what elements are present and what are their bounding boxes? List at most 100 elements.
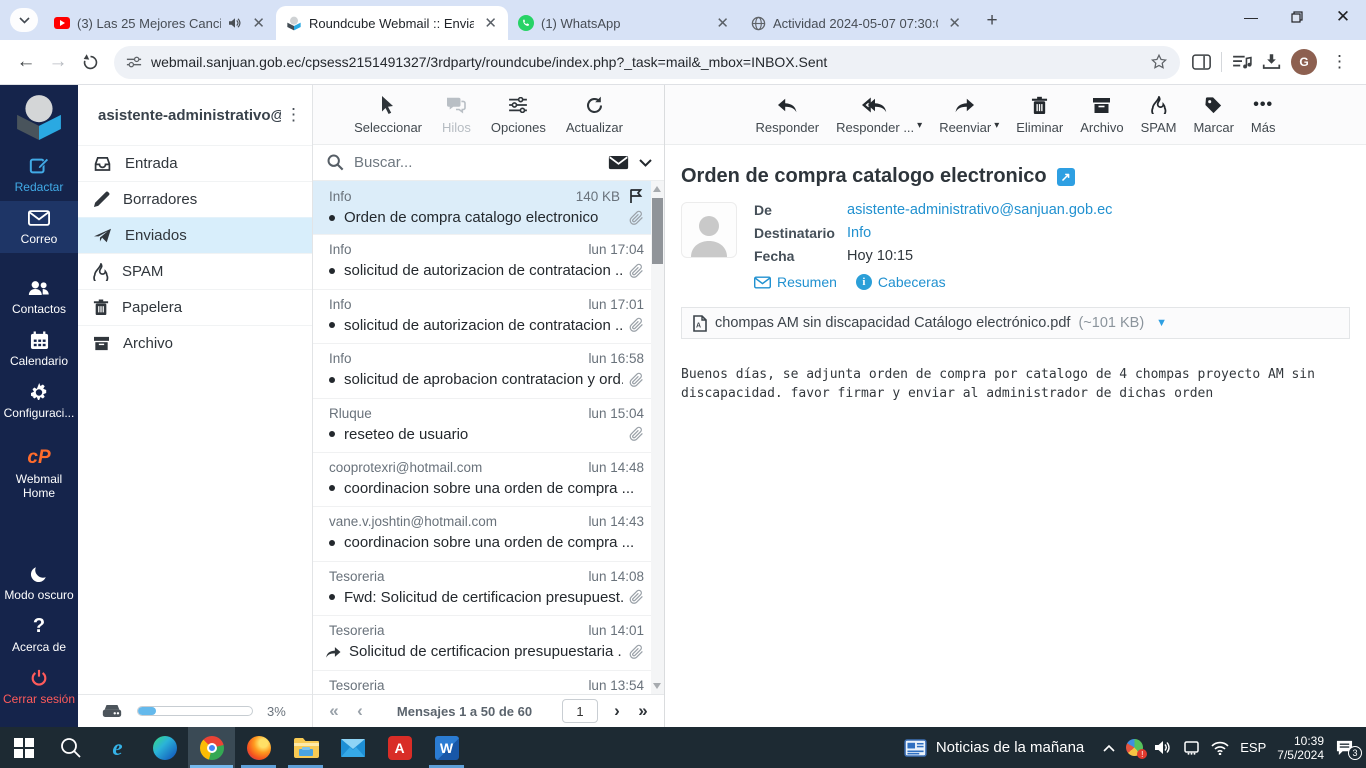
browser-profile-avatar[interactable]: G xyxy=(1291,49,1317,75)
search-options-chevron-icon[interactable] xyxy=(639,158,652,167)
search-input[interactable] xyxy=(354,154,598,171)
forward-dropdown-icon[interactable]: ▾ xyxy=(994,120,999,131)
volume-icon[interactable] xyxy=(1154,740,1172,755)
mark-button[interactable]: Marcar xyxy=(1193,94,1234,144)
forward-button[interactable]: → xyxy=(42,46,74,78)
message-row[interactable]: cooprotexri@hotmail.com lun 14:48 coordin… xyxy=(313,453,664,508)
headers-link[interactable]: i Cabeceras xyxy=(855,274,946,290)
select-button[interactable]: Seleccionar xyxy=(354,94,422,144)
prev-page-button[interactable]: ‹ xyxy=(347,701,373,721)
message-row[interactable]: Rluque lun 15:04 reseteo de usuario xyxy=(313,399,664,453)
message-row[interactable]: Info lun 17:04 solicitud de autorizacion … xyxy=(313,235,664,290)
tab-close-icon[interactable]: ✕ xyxy=(945,14,964,32)
hidden-icons-chevron[interactable] xyxy=(1103,744,1115,752)
threads-button[interactable]: Hilos xyxy=(442,94,471,144)
scrollbar-thumb[interactable] xyxy=(652,198,663,264)
new-tab-button[interactable]: + xyxy=(978,7,1006,35)
message-row[interactable]: Tesoreria lun 14:01 Solicitud de certific… xyxy=(313,616,664,671)
sidebar-item-acerca-de[interactable]: ? Acerca de xyxy=(0,609,78,661)
folder-borradores[interactable]: Borradores xyxy=(78,181,312,217)
reply-all-dropdown-icon[interactable]: ▾ xyxy=(917,120,922,131)
tab-youtube[interactable]: (3) Las 25 Mejores Cancione ✕ xyxy=(44,6,276,40)
taskbar-chrome[interactable] xyxy=(188,727,235,768)
taskbar-clock[interactable]: 10:39 7/5/2024 xyxy=(1277,734,1324,762)
wifi-icon[interactable] xyxy=(1211,741,1229,755)
forward-button-mail[interactable]: Reenviar xyxy=(939,94,991,135)
downloads-icon[interactable] xyxy=(1262,53,1281,71)
delete-button[interactable]: Eliminar xyxy=(1016,94,1063,144)
address-bar[interactable]: webmail.sanjuan.gob.ec/cpsess2151491327/… xyxy=(114,45,1180,79)
taskbar-firefox[interactable] xyxy=(235,727,282,768)
reload-button[interactable] xyxy=(74,46,106,78)
message-row[interactable]: Info 140 KB Orden de compra catalogo elec… xyxy=(313,181,664,236)
tab-whatsapp[interactable]: (1) WhatsApp ✕ xyxy=(508,6,740,40)
attachment-name[interactable]: chompas AM sin discapacidad Catálogo ele… xyxy=(715,315,1070,331)
sidebar-item-contactos[interactable]: Contactos xyxy=(0,271,78,323)
sidebar-item-redactar[interactable]: Redactar xyxy=(0,149,78,201)
tab-roundcube-active[interactable]: Roundcube Webmail :: Enviados ✕ xyxy=(276,6,508,40)
folder-archivo[interactable]: Archivo xyxy=(78,325,312,361)
tab-close-icon[interactable]: ✕ xyxy=(481,14,500,32)
sidebar-item-cerrar-sesion[interactable]: Cerrar sesión xyxy=(0,661,78,713)
message-row[interactable]: Info lun 17:01 solicitud de autorizacion … xyxy=(313,290,664,345)
open-in-new-window-icon[interactable]: ↗ xyxy=(1056,167,1075,186)
spam-button[interactable]: SPAM xyxy=(1141,94,1176,144)
archive-button[interactable]: Archivo xyxy=(1080,94,1124,144)
sidebar-item-calendario[interactable]: Calendario xyxy=(0,323,78,375)
more-button[interactable]: ••• Más xyxy=(1251,94,1276,144)
taskbar-acrobat[interactable]: A xyxy=(376,727,423,768)
reply-button[interactable]: Responder xyxy=(756,94,819,144)
sidebar-item-correo[interactable]: Correo xyxy=(0,201,78,253)
taskbar-file-explorer[interactable] xyxy=(282,727,329,768)
taskbar-internet-explorer[interactable]: e xyxy=(94,727,141,768)
message-row[interactable]: Tesoreria lun 14:08 Fwd: Solicitud de cer… xyxy=(313,562,664,617)
folder-options-icon[interactable]: ⋮ xyxy=(281,105,306,125)
next-page-button[interactable]: › xyxy=(604,701,630,721)
folder-spam[interactable]: SPAM xyxy=(78,253,312,289)
browser-menu-icon[interactable]: ⋮ xyxy=(1327,52,1352,72)
search-scope-mail-icon[interactable] xyxy=(608,155,629,170)
side-panel-icon[interactable] xyxy=(1192,53,1211,71)
summary-link[interactable]: Resumen xyxy=(754,274,837,290)
sidebar-item-modo-oscuro[interactable]: Modo oscuro xyxy=(0,557,78,609)
tab-search-button[interactable] xyxy=(10,8,38,32)
sidebar-item-webmail-home[interactable]: cP Webmail Home xyxy=(0,441,78,507)
taskbar-edge[interactable] xyxy=(141,727,188,768)
tab-close-icon[interactable]: ✕ xyxy=(249,14,268,32)
taskbar-mail[interactable] xyxy=(329,727,376,768)
start-button[interactable] xyxy=(0,727,47,768)
message-row[interactable]: vane.v.joshtin@hotmail.com lun 14:43 coor… xyxy=(313,507,664,562)
from-address-link[interactable]: asistente-administrativo@sanjuan.gob.ec xyxy=(847,202,1112,218)
folder-enviados[interactable]: Enviados xyxy=(78,217,312,253)
refresh-button[interactable]: Actualizar xyxy=(566,94,623,144)
news-widget-button[interactable]: Noticias de la mañana xyxy=(896,727,1092,768)
last-page-button[interactable]: » xyxy=(630,701,656,721)
page-number-input[interactable] xyxy=(562,699,598,723)
first-page-button[interactable]: « xyxy=(321,701,347,721)
message-row[interactable]: Info lun 16:58 solicitud de aprobacion co… xyxy=(313,344,664,399)
list-scrollbar[interactable] xyxy=(651,181,664,694)
to-recipient-link[interactable]: Info xyxy=(847,225,871,241)
tab-actividad[interactable]: Actividad 2024-05-07 07:30:00 ✕ xyxy=(740,6,972,40)
window-maximize-button[interactable] xyxy=(1274,0,1320,34)
antivirus-tray-icon[interactable]: ! xyxy=(1126,739,1148,759)
action-center-button[interactable]: 3 xyxy=(1335,739,1362,760)
message-row[interactable]: Tesoreria lun 13:54 xyxy=(313,671,664,694)
taskbar-word[interactable]: W xyxy=(423,727,470,768)
folder-papelera[interactable]: Papelera xyxy=(78,289,312,325)
language-indicator[interactable]: ESP xyxy=(1240,740,1266,755)
site-settings-icon[interactable] xyxy=(126,55,142,69)
window-minimize-button[interactable]: — xyxy=(1228,0,1274,34)
scroll-up-icon[interactable] xyxy=(653,186,661,192)
folder-entrada[interactable]: Entrada xyxy=(78,145,312,181)
sidebar-item-configuracion[interactable]: Configuraci... xyxy=(0,375,78,427)
attachment-bar[interactable]: A chompas AM sin discapacidad Catálogo e… xyxy=(681,307,1350,339)
cast-device-icon[interactable] xyxy=(1183,740,1200,755)
media-controls-icon[interactable] xyxy=(1232,54,1252,70)
tab-audio-icon[interactable] xyxy=(228,17,242,29)
reply-all-button[interactable]: Responder ... xyxy=(836,94,914,135)
flag-icon[interactable] xyxy=(628,188,644,204)
bookmark-star-icon[interactable] xyxy=(1150,53,1168,71)
attachment-dropdown-icon[interactable]: ▼ xyxy=(1156,317,1167,329)
url-text[interactable]: webmail.sanjuan.gob.ec/cpsess2151491327/… xyxy=(151,54,1141,70)
